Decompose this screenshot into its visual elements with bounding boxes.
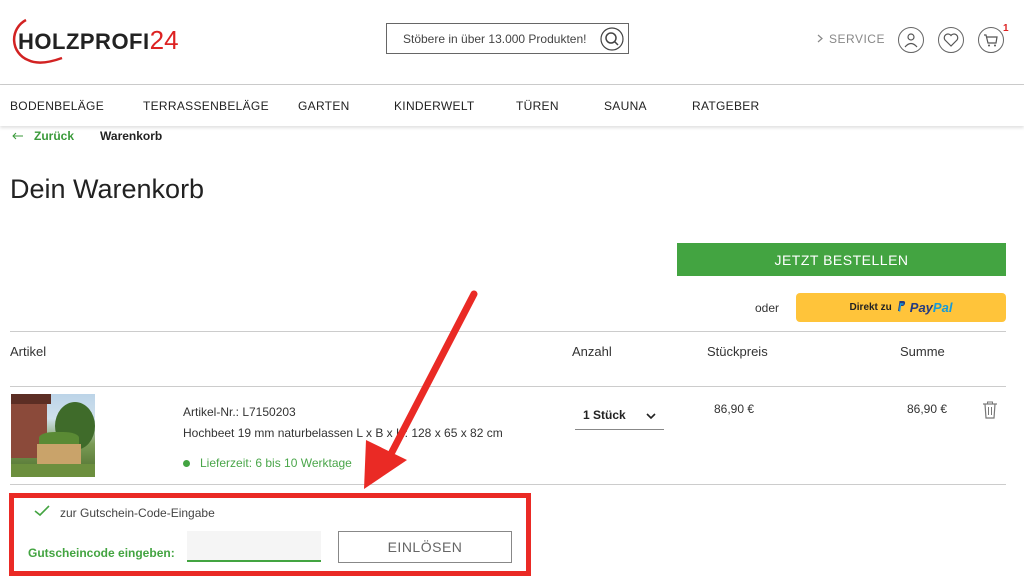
nav-item-bodenbelaege[interactable]: BODENBELÄGE — [10, 99, 104, 113]
order-now-button[interactable]: JETZT BESTELLEN — [677, 243, 1006, 276]
delivery-time: Lieferzeit: 6 bis 10 Werktage — [183, 456, 352, 470]
paypal-button[interactable]: Direkt zu PayPal — [796, 293, 1006, 322]
col-header-unit-price: Stückpreis — [707, 344, 768, 359]
col-header-quantity: Anzahl — [572, 344, 612, 359]
arrow-left-icon — [12, 129, 24, 143]
search-bar — [386, 23, 629, 54]
search-icon[interactable] — [598, 25, 626, 53]
quantity-select[interactable]: 1 Stück — [575, 400, 664, 430]
breadcrumb-current: Warenkorb — [100, 129, 163, 143]
chevron-right-icon — [817, 32, 823, 46]
col-header-total: Summe — [900, 344, 945, 359]
line-total: 86,90 € — [907, 402, 948, 416]
nav-item-garten[interactable]: GARTEN — [298, 99, 350, 113]
table-header-divider — [10, 386, 1006, 387]
nav-item-sauna[interactable]: SAUNA — [604, 99, 647, 113]
paypal-wordmark: PayPal — [909, 300, 953, 315]
wishlist-heart-icon[interactable] — [938, 27, 964, 53]
table-bottom-divider — [10, 484, 1006, 485]
nav-item-tueren[interactable]: TÜREN — [516, 99, 559, 113]
logo-text: HOLZPROFI24 — [18, 25, 179, 55]
logo-number: 24 — [149, 25, 179, 55]
nav-item-ratgeber[interactable]: RATGEBER — [692, 99, 760, 113]
back-link-label: Zurück — [34, 129, 75, 143]
site-logo[interactable]: HOLZPROFI24 — [10, 12, 180, 64]
table-top-divider — [10, 331, 1006, 332]
cart-icon[interactable] — [978, 27, 1004, 53]
nav-item-kinderwelt[interactable]: KINDERWELT — [394, 99, 475, 113]
or-label: oder — [755, 301, 780, 315]
account-icon[interactable] — [898, 27, 924, 53]
delivery-time-label: Lieferzeit: 6 bis 10 Werktage — [200, 456, 352, 470]
service-label: SERVICE — [829, 32, 885, 46]
service-link[interactable]: SERVICE — [817, 32, 885, 46]
product-image[interactable] — [11, 394, 95, 477]
main-nav: BODENBELÄGE TERRASSENBELÄGE GARTEN KINDE… — [0, 85, 1024, 126]
search-input[interactable] — [387, 31, 598, 46]
chevron-down-icon — [646, 408, 656, 422]
back-link[interactable]: Zurück — [12, 129, 74, 143]
article-number: Artikel-Nr.: L7150203 — [183, 405, 296, 419]
availability-dot-icon — [183, 459, 190, 467]
quantity-value: 1 Stück — [583, 407, 626, 422]
paypal-logo-icon — [896, 299, 906, 317]
col-header-article: Artikel — [10, 344, 47, 359]
article-name[interactable]: Hochbeet 19 mm naturbelassen L x B x H: … — [183, 426, 503, 440]
annotation-highlight-box — [9, 493, 531, 576]
delete-trash-icon[interactable] — [982, 401, 998, 419]
cart-count-badge: 1 — [1003, 23, 1009, 34]
breadcrumb: Zurück Warenkorb — [12, 129, 162, 143]
paypal-direct-label: Direkt zu — [849, 302, 892, 313]
nav-item-terrassenbelaege[interactable]: TERRASSENBELÄGE — [143, 99, 269, 113]
unit-price: 86,90 € — [714, 402, 755, 416]
page-title: Dein Warenkorb — [10, 174, 205, 204]
